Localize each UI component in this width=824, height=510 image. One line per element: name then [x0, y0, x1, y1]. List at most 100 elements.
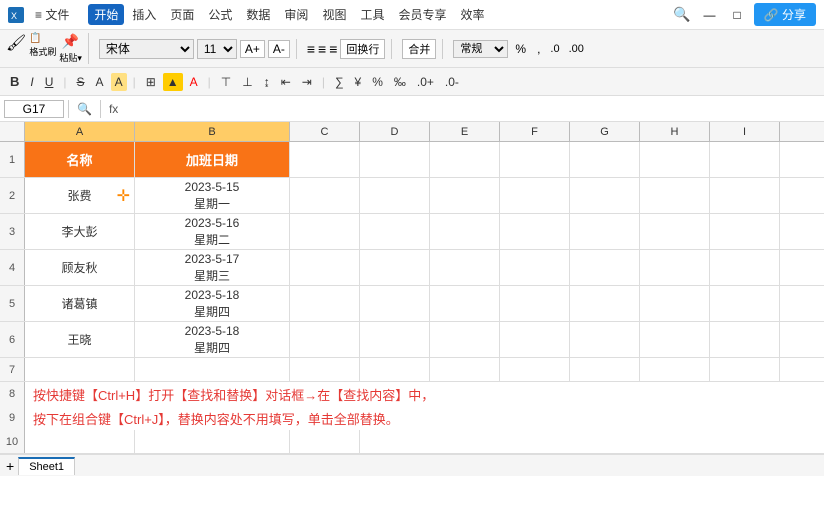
- cell-f5[interactable]: [500, 286, 570, 321]
- highlight-btn[interactable]: A: [111, 73, 127, 91]
- header-cell-b1[interactable]: 加班日期: [135, 142, 290, 177]
- menu-start[interactable]: 开始: [88, 4, 124, 25]
- cell-b10[interactable]: [135, 430, 290, 453]
- search-icon[interactable]: 🔍: [673, 6, 690, 23]
- share-button[interactable]: 🔗 分享: [754, 3, 816, 26]
- cell-f2[interactable]: [500, 178, 570, 213]
- cell-h7[interactable]: [640, 358, 710, 381]
- cell-c1[interactable]: [290, 142, 360, 177]
- cell-g6[interactable]: [570, 322, 640, 357]
- formula-input[interactable]: [126, 102, 820, 116]
- cell-i2[interactable]: [710, 178, 780, 213]
- align-center-btn[interactable]: ≡: [318, 41, 326, 57]
- comma-icon[interactable]: ,: [533, 40, 544, 58]
- cell-f3[interactable]: [500, 214, 570, 249]
- cell-g3[interactable]: [570, 214, 640, 249]
- cell-h4[interactable]: [640, 250, 710, 285]
- cell-a7[interactable]: [25, 358, 135, 381]
- indent-left-btn[interactable]: ⇤: [277, 73, 295, 91]
- sum-btn[interactable]: ∑: [331, 73, 348, 91]
- col-header-f[interactable]: F: [500, 122, 570, 141]
- menu-review[interactable]: 审阅: [278, 4, 314, 25]
- cell-a10[interactable]: [25, 430, 135, 453]
- cell-h1[interactable]: [640, 142, 710, 177]
- percent-icon[interactable]: %: [511, 40, 530, 58]
- cell-g4[interactable]: [570, 250, 640, 285]
- format-painter-icon[interactable]: 🖌: [6, 33, 26, 64]
- sep-decimal-btn[interactable]: ‰: [390, 73, 410, 91]
- cell-g2[interactable]: [570, 178, 640, 213]
- increase-decimal-btn[interactable]: .0+: [413, 73, 438, 91]
- menu-formula[interactable]: 公式: [202, 4, 238, 25]
- align-right-btn[interactable]: ≡: [329, 41, 337, 57]
- font-size-select[interactable]: 11: [197, 39, 237, 59]
- menu-efficiency[interactable]: 效率: [454, 4, 490, 25]
- paste-icon[interactable]: 📋: [29, 33, 56, 44]
- col-header-b[interactable]: B: [135, 122, 290, 141]
- menu-insert[interactable]: 插入: [126, 4, 162, 25]
- cell-i7[interactable]: [710, 358, 780, 381]
- cell-d2[interactable]: [360, 178, 430, 213]
- add-sheet-btn[interactable]: +: [6, 458, 14, 474]
- menu-data[interactable]: 数据: [240, 4, 276, 25]
- window-minimize[interactable]: —: [698, 6, 720, 24]
- cell-a3[interactable]: 李大彭: [25, 214, 135, 249]
- cell-d7[interactable]: [360, 358, 430, 381]
- merge-btn[interactable]: 合并: [402, 39, 436, 59]
- cell-h6[interactable]: [640, 322, 710, 357]
- cell-g5[interactable]: [570, 286, 640, 321]
- cell-h5[interactable]: [640, 286, 710, 321]
- paste-main-icon[interactable]: 📌: [62, 33, 79, 50]
- sheet-tab-1[interactable]: Sheet1: [18, 457, 75, 475]
- cell-b7[interactable]: [135, 358, 290, 381]
- col-header-a[interactable]: A: [25, 122, 135, 141]
- cell-c2[interactable]: [290, 178, 360, 213]
- border-btn[interactable]: ⊞: [142, 73, 160, 91]
- decrease-decimal-btn[interactable]: .0-: [441, 73, 463, 91]
- cell-e2[interactable]: [430, 178, 500, 213]
- cell-b3[interactable]: 2023-5-16 星期二: [135, 214, 290, 249]
- wrap-text-btn[interactable]: 回换行: [340, 39, 385, 59]
- strikethrough-btn[interactable]: S: [73, 73, 89, 91]
- menu-item-file[interactable]: ≡ 文件: [30, 4, 74, 25]
- menu-member[interactable]: 会员专享: [392, 4, 452, 25]
- align-left-btn[interactable]: ≡: [307, 41, 315, 57]
- cell-i5[interactable]: [710, 286, 780, 321]
- col-header-e[interactable]: E: [430, 122, 500, 141]
- indent-right-btn[interactable]: ⇥: [298, 73, 316, 91]
- cell-d5[interactable]: [360, 286, 430, 321]
- cell-c5[interactable]: [290, 286, 360, 321]
- cell-f7[interactable]: [500, 358, 570, 381]
- font-decrease-btn[interactable]: A-: [268, 40, 290, 58]
- fill-color-btn[interactable]: ▲: [163, 73, 183, 91]
- cell-b4[interactable]: 2023-5-17 星期三: [135, 250, 290, 285]
- cell-e1[interactable]: [430, 142, 500, 177]
- pct-btn[interactable]: %: [368, 73, 387, 91]
- cell-d4[interactable]: [360, 250, 430, 285]
- cell-b6[interactable]: 2023-5-18 星期四: [135, 322, 290, 357]
- cell-g1[interactable]: [570, 142, 640, 177]
- cell-b5[interactable]: 2023-5-18 星期四: [135, 286, 290, 321]
- cell-c7[interactable]: [290, 358, 360, 381]
- cell-b2[interactable]: 2023-5-15 星期一: [135, 178, 290, 213]
- cell-e4[interactable]: [430, 250, 500, 285]
- cell-d1[interactable]: [360, 142, 430, 177]
- cell-a6[interactable]: 王晓: [25, 322, 135, 357]
- cell-i4[interactable]: [710, 250, 780, 285]
- cell-reference[interactable]: [4, 100, 64, 118]
- font-color-btn[interactable]: A: [92, 73, 108, 91]
- cell-e5[interactable]: [430, 286, 500, 321]
- cell-e6[interactable]: [430, 322, 500, 357]
- italic-btn[interactable]: I: [26, 73, 37, 91]
- col-header-i[interactable]: I: [710, 122, 780, 141]
- cell-i6[interactable]: [710, 322, 780, 357]
- cell-d3[interactable]: [360, 214, 430, 249]
- col-header-h[interactable]: H: [640, 122, 710, 141]
- menu-tools[interactable]: 工具: [354, 4, 390, 25]
- cell-c6[interactable]: [290, 322, 360, 357]
- align-bottom-btn[interactable]: ↨: [260, 73, 274, 91]
- cell-e7[interactable]: [430, 358, 500, 381]
- align-top-btn[interactable]: ⊤: [217, 73, 235, 91]
- cell-f6[interactable]: [500, 322, 570, 357]
- font-name-select[interactable]: 宋体: [99, 39, 194, 59]
